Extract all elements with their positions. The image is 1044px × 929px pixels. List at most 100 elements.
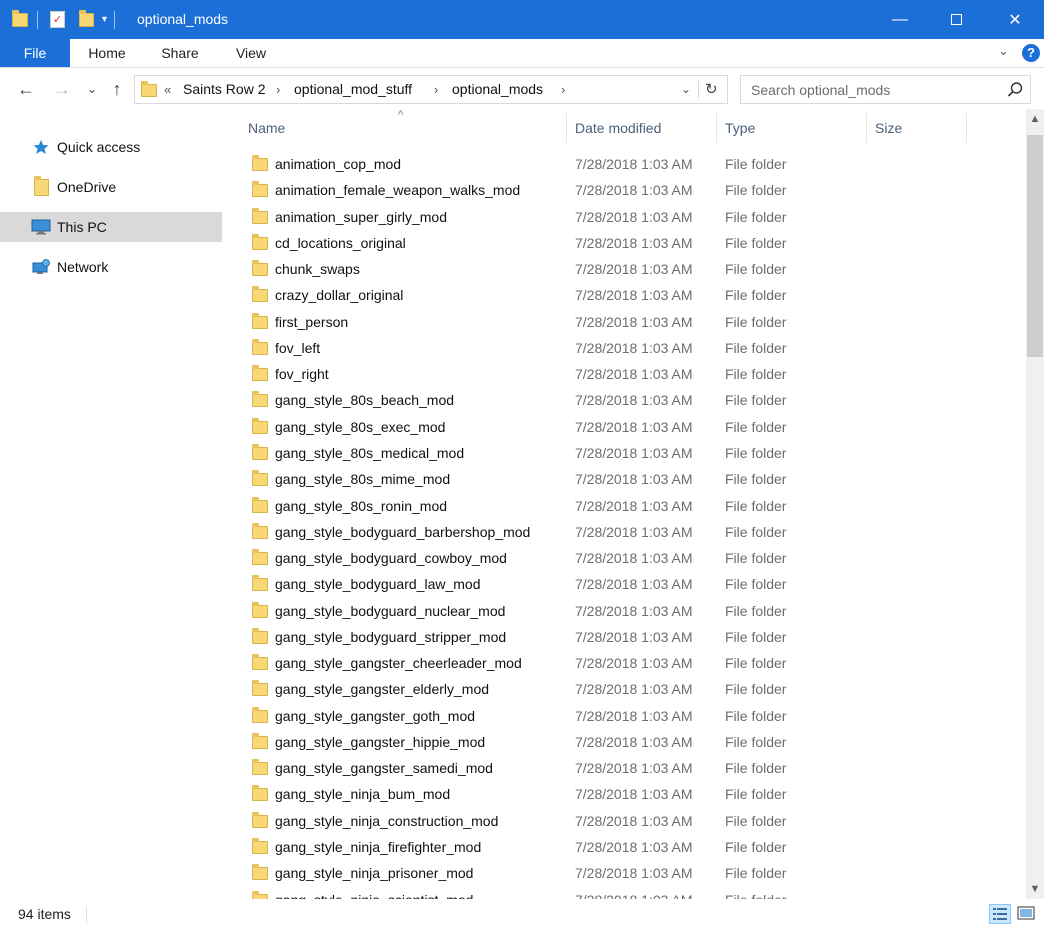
table-row[interactable]: gang_style_gangster_hippie_mod 7/28/2018 … (240, 729, 1026, 755)
breadcrumb-optional-mods[interactable]: optional_mods (452, 76, 543, 103)
file-name: gang_style_80s_exec_mod (275, 418, 446, 435)
search-input[interactable] (741, 76, 1001, 103)
table-row[interactable]: gang_style_gangster_samedi_mod 7/28/2018 … (240, 755, 1026, 781)
file-type: File folder (725, 234, 787, 251)
breadcrumb-optional-mod-stuff[interactable]: optional_mod_stuff (294, 76, 412, 103)
table-row[interactable]: gang_style_80s_beach_mod 7/28/2018 1:03 A… (240, 387, 1026, 413)
scroll-up-icon[interactable]: ▲ (1026, 109, 1044, 129)
tab-view[interactable]: View (222, 39, 280, 67)
file-date-modified: 7/28/2018 1:03 AM (575, 234, 693, 251)
toolbar-divider (37, 10, 38, 29)
help-icon[interactable]: ? (1022, 44, 1040, 62)
folder-icon[interactable] (12, 9, 28, 27)
file-name: gang_style_gangster_elderly_mod (275, 681, 490, 698)
table-row[interactable]: gang_style_ninja_bum_mod 7/28/2018 1:03 A… (240, 781, 1026, 807)
breadcrumb-overflow-icon[interactable]: « (164, 76, 171, 103)
table-row[interactable]: gang_style_ninja_firefighter_mod 7/28/201… (240, 834, 1026, 860)
table-row[interactable]: gang_style_80s_mime_mod 7/28/2018 1:03 AM… (240, 466, 1026, 492)
refresh-icon[interactable]: ↻ (705, 76, 718, 103)
file-date-modified: 7/28/2018 1:03 AM (575, 497, 693, 514)
column-header-size[interactable]: Size (867, 109, 965, 147)
breadcrumb-chevron-icon[interactable]: › (434, 76, 438, 103)
up-icon[interactable]: ↑ (105, 77, 129, 101)
table-row[interactable]: animation_female_weapon_walks_mod 7/28/20… (240, 177, 1026, 203)
tab-home[interactable]: Home (78, 39, 136, 67)
table-row[interactable]: first_person 7/28/2018 1:03 AM File folder (240, 309, 1026, 335)
table-row[interactable]: fov_right 7/28/2018 1:03 AM File folder (240, 361, 1026, 387)
file-date-modified: 7/28/2018 1:03 AM (575, 208, 693, 225)
breadcrumb-chevron-icon[interactable]: › (561, 76, 565, 103)
file-date-modified: 7/28/2018 1:03 AM (575, 839, 693, 856)
address-bar[interactable]: « Saints Row 2 › optional_mod_stuff › op… (134, 75, 728, 104)
table-row[interactable]: gang_style_ninja_construction_mod 7/28/20… (240, 808, 1026, 834)
recent-locations-icon[interactable]: ⌄ (80, 77, 104, 101)
table-row[interactable]: gang_style_gangster_elderly_mod 7/28/2018… (240, 676, 1026, 702)
file-date-modified: 7/28/2018 1:03 AM (575, 602, 693, 619)
table-row[interactable]: animation_cop_mod 7/28/2018 1:03 AM File f… (240, 151, 1026, 177)
search-box[interactable] (740, 75, 1031, 104)
table-row[interactable]: gang_style_bodyguard_stripper_mod 7/28/20… (240, 624, 1026, 650)
nav-item-label: This PC (57, 219, 107, 235)
new-folder-icon[interactable] (79, 9, 94, 27)
vertical-scrollbar[interactable]: ▲ ▼ (1026, 109, 1044, 899)
details-view-button[interactable] (989, 904, 1011, 924)
column-divider[interactable] (966, 113, 967, 143)
folder-icon (252, 365, 268, 382)
column-header-type[interactable]: Type (717, 109, 865, 147)
nav-item-this-pc[interactable]: This PC (0, 212, 222, 242)
table-row[interactable]: fov_left 7/28/2018 1:03 AM File folder (240, 335, 1026, 361)
maximize-button[interactable] (933, 0, 979, 39)
breadcrumb-chevron-icon[interactable]: › (276, 76, 280, 103)
properties-icon[interactable]: ✓ (50, 11, 65, 28)
search-icon[interactable] (1005, 80, 1025, 100)
expand-ribbon-icon[interactable]: ⌄ (998, 43, 1009, 59)
address-dropdown-icon[interactable]: ⌄ (681, 76, 691, 103)
maximize-icon (950, 14, 962, 25)
file-date-modified: 7/28/2018 1:03 AM (575, 812, 693, 829)
table-row[interactable]: gang_style_ninja_prisoner_mod 7/28/2018 1… (240, 860, 1026, 886)
forward-icon[interactable]: → (50, 77, 74, 101)
file-date-modified: 7/28/2018 1:03 AM (575, 707, 693, 724)
table-row[interactable]: crazy_dollar_original 7/28/2018 1:03 AM Fi… (240, 282, 1026, 308)
nav-item-quick-access[interactable]: Quick access (0, 132, 222, 162)
table-row[interactable]: gang_style_gangster_goth_mod 7/28/2018 1:… (240, 703, 1026, 729)
file-date-modified: 7/28/2018 1:03 AM (575, 760, 693, 777)
table-row[interactable]: gang_style_80s_ronin_mod 7/28/2018 1:03 A… (240, 493, 1026, 519)
table-row[interactable]: gang_style_80s_exec_mod 7/28/2018 1:03 AM… (240, 414, 1026, 440)
table-row[interactable]: gang_style_bodyguard_nuclear_mod 7/28/201… (240, 598, 1026, 624)
close-button[interactable]: ✕ (992, 0, 1038, 39)
table-row[interactable]: gang_style_bodyguard_cowboy_mod 7/28/2018… (240, 545, 1026, 571)
table-row[interactable]: animation_super_girly_mod 7/28/2018 1:03 … (240, 204, 1026, 230)
back-icon[interactable]: ← (14, 77, 38, 101)
file-type: File folder (725, 208, 787, 225)
column-header-name[interactable]: Name (240, 109, 565, 147)
scrollbar-thumb[interactable] (1027, 135, 1043, 357)
column-header-date-modified[interactable]: Date modified (567, 109, 715, 147)
nav-item-onedrive[interactable]: OneDrive (0, 172, 222, 202)
table-row[interactable]: gang_style_gangster_cheerleader_mod 7/28/… (240, 650, 1026, 676)
table-row[interactable]: gang_style_bodyguard_law_mod 7/28/2018 1:… (240, 571, 1026, 597)
folder-icon (252, 759, 268, 776)
large-icons-view-button[interactable] (1016, 904, 1038, 924)
file-type: File folder (725, 339, 787, 356)
table-row[interactable]: gang_style_ninja_scientist_mod 7/28/2018 … (240, 887, 1026, 899)
scroll-down-icon[interactable]: ▼ (1026, 879, 1044, 899)
table-row[interactable]: chunk_swaps 7/28/2018 1:03 AM File folder (240, 256, 1026, 282)
file-type: File folder (725, 839, 787, 856)
tab-file[interactable]: File (0, 39, 70, 67)
folder-icon (252, 785, 268, 802)
table-row[interactable]: gang_style_bodyguard_barbershop_mod 7/28/… (240, 519, 1026, 545)
file-name: gang_style_gangster_hippie_mod (275, 733, 486, 750)
table-row[interactable]: cd_locations_original 7/28/2018 1:03 AM Fi… (240, 230, 1026, 256)
customize-toolbar-icon[interactable]: ▾ (102, 14, 107, 25)
breadcrumb-saints-row-2[interactable]: Saints Row 2 (183, 76, 265, 103)
tab-share[interactable]: Share (151, 39, 209, 67)
file-name: gang_style_80s_medical_mod (275, 444, 465, 461)
nav-item-network[interactable]: Network (0, 252, 222, 282)
file-type: File folder (725, 865, 787, 882)
table-row[interactable]: gang_style_80s_medical_mod 7/28/2018 1:03… (240, 440, 1026, 466)
item-count: 94 items (18, 906, 71, 922)
folder-icon (252, 811, 268, 828)
minimize-button[interactable]: — (877, 0, 923, 39)
file-type: File folder (725, 497, 787, 514)
